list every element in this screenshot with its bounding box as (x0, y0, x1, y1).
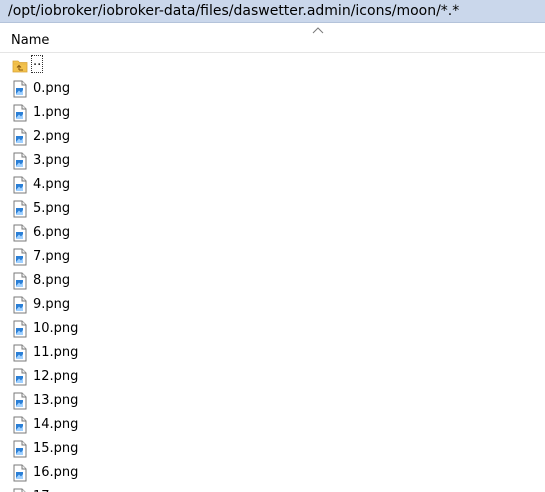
list-item[interactable]: 16.png (0, 461, 545, 485)
list-item[interactable]: 0.png (0, 77, 545, 101)
png-image-file-icon (13, 296, 27, 314)
png-image-file-icon (13, 128, 27, 146)
list-item[interactable]: 3.png (0, 149, 545, 173)
file-name: 9.png (33, 297, 71, 312)
column-header: Name (0, 23, 545, 53)
png-image-file-icon (13, 488, 26, 492)
file-name: 14.png (33, 417, 79, 432)
png-image-file-icon (13, 368, 27, 386)
png-image-file-icon (13, 104, 27, 122)
list-item[interactable]: 1.png (0, 101, 545, 125)
png-image-file-icon (13, 224, 27, 242)
column-header-name[interactable]: Name (11, 33, 49, 48)
list-item[interactable]: 4.png (0, 173, 545, 197)
file-name: 6.png (33, 225, 71, 240)
list-item[interactable]: 2.png (0, 125, 545, 149)
png-image-file-icon (13, 320, 27, 338)
sort-ascending-icon (312, 27, 324, 34)
file-rows: 0.png 1.png 2.png 3.png 4.png 5.png 6.png 7.png… (0, 77, 545, 492)
file-name: 12.png (33, 369, 79, 384)
list-item[interactable]: 9.png (0, 293, 545, 317)
list-item[interactable]: 10.png (0, 317, 545, 341)
list-item[interactable]: 8.png (0, 269, 545, 293)
list-item[interactable]: 6.png (0, 221, 545, 245)
png-image-file-icon (13, 416, 27, 434)
file-list: .. 0.png 1.png 2.png 3.png 4.png 5.png 6.png 7.… (0, 53, 545, 492)
file-name: 3.png (33, 153, 71, 168)
list-item[interactable]: 5.png (0, 197, 545, 221)
png-image-file-icon (13, 464, 27, 482)
png-image-file-icon (13, 248, 27, 266)
list-item[interactable]: 11.png (0, 341, 545, 365)
png-image-file-icon (13, 344, 27, 362)
png-image-file-icon (13, 200, 27, 218)
list-item[interactable]: 15.png (0, 437, 545, 461)
file-name: 11.png (33, 345, 79, 360)
png-image-file-icon (13, 152, 27, 170)
file-name: 10.png (33, 321, 79, 336)
png-image-file-icon (13, 440, 27, 458)
current-path-bar[interactable]: /opt/iobroker/iobroker-data/files/daswet… (0, 0, 545, 23)
list-item-updir[interactable]: .. (0, 53, 545, 77)
current-path-text: /opt/iobroker/iobroker-data/files/daswet… (8, 3, 460, 19)
file-panel: /opt/iobroker/iobroker-data/files/daswet… (0, 0, 545, 492)
list-item[interactable]: 13.png (0, 389, 545, 413)
png-image-file-icon (13, 176, 27, 194)
file-name: 13.png (33, 393, 79, 408)
list-item[interactable]: 7.png (0, 245, 545, 269)
file-name: 2.png (33, 129, 71, 144)
file-name: 15.png (33, 441, 79, 456)
png-image-file-icon (13, 80, 27, 98)
folder-up-icon (12, 60, 28, 73)
file-name: 1.png (33, 105, 71, 120)
file-name: 8.png (33, 273, 71, 288)
file-name: 0.png (33, 81, 71, 96)
list-item[interactable]: 14.png (0, 413, 545, 437)
updir-label: .. (31, 55, 44, 73)
png-image-file-icon (13, 392, 27, 410)
list-item[interactable]: 12.png (0, 365, 545, 389)
file-name: 5.png (33, 201, 71, 216)
file-name: 4.png (33, 177, 71, 192)
png-image-file-icon (13, 272, 27, 290)
file-name: 7.png (33, 249, 71, 264)
list-item[interactable]: 17.png (0, 485, 545, 492)
file-name: 16.png (33, 465, 79, 480)
